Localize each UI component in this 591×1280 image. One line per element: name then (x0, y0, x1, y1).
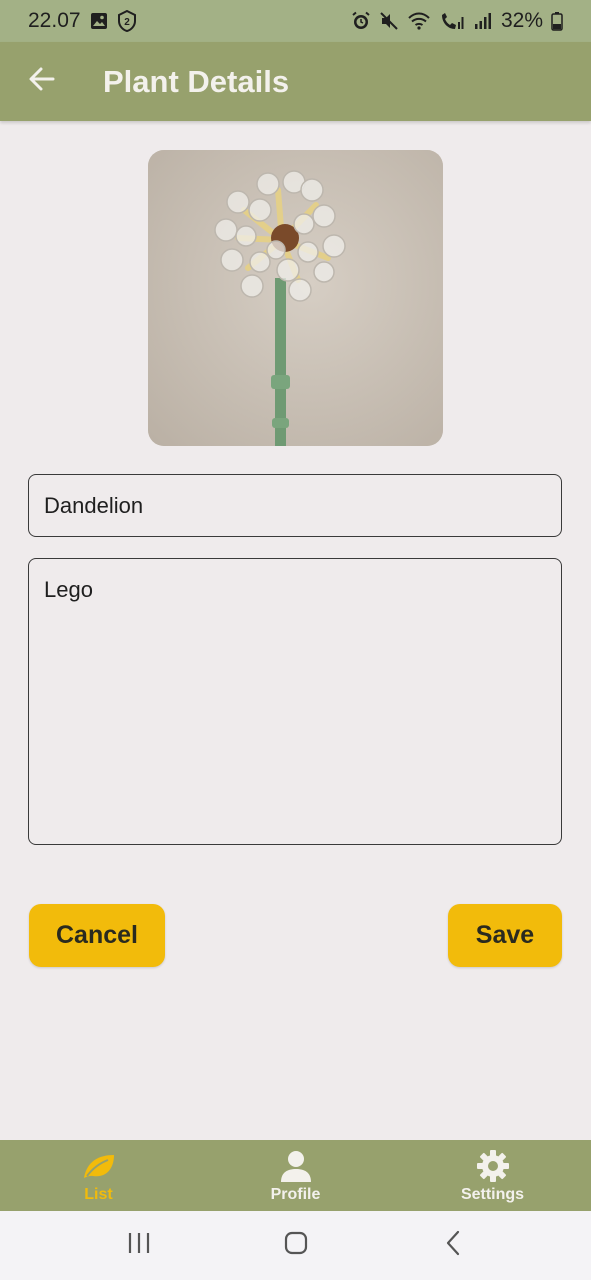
gear-icon (476, 1148, 510, 1184)
shield-badge-icon: 2 (117, 10, 137, 32)
nav-item-profile[interactable]: Profile (226, 1148, 366, 1204)
home-icon (283, 1230, 309, 1261)
battery-percent: 32% (500, 9, 543, 32)
wifi-call-icon (439, 11, 465, 31)
status-bar: 22.07 2 32% (0, 0, 591, 42)
battery-icon (551, 11, 563, 31)
plant-name-field[interactable] (28, 474, 562, 537)
lego-dandelion-photo (148, 150, 443, 446)
svg-text:2: 2 (124, 17, 130, 28)
nav-label-settings: Settings (460, 1185, 525, 1203)
bottom-nav: List Profile Settings (0, 1140, 591, 1211)
plant-description-field[interactable]: Lego (28, 558, 562, 845)
gallery-icon (89, 11, 109, 31)
wifi-icon (407, 11, 431, 31)
plant-photo (148, 150, 443, 446)
leaf-icon (81, 1148, 117, 1184)
back-button[interactable] (22, 62, 62, 102)
save-button[interactable]: Save (448, 904, 562, 967)
status-time: 22.07 (28, 9, 81, 32)
person-icon (279, 1148, 313, 1184)
recent-apps-button[interactable] (109, 1221, 169, 1271)
page-title: Plant Details (103, 63, 290, 99)
back-icon (443, 1230, 463, 1261)
signal-icon (473, 11, 493, 31)
status-right: 32% (351, 9, 563, 33)
nav-item-list[interactable]: List (29, 1148, 169, 1204)
system-back-button[interactable] (423, 1221, 483, 1271)
mute-icon (379, 11, 399, 31)
system-nav-bar (0, 1211, 591, 1280)
app-bar: Plant Details (0, 42, 591, 121)
arrow-left-icon (28, 65, 56, 98)
nav-label-list: List (84, 1185, 113, 1203)
status-left: 22.07 2 (28, 9, 137, 33)
recent-apps-icon (126, 1231, 152, 1260)
nav-label-profile: Profile (270, 1185, 321, 1203)
alarm-icon (351, 11, 371, 31)
cancel-button[interactable]: Cancel (29, 904, 165, 967)
nav-item-settings[interactable]: Settings (423, 1148, 563, 1204)
home-button[interactable] (266, 1221, 326, 1271)
